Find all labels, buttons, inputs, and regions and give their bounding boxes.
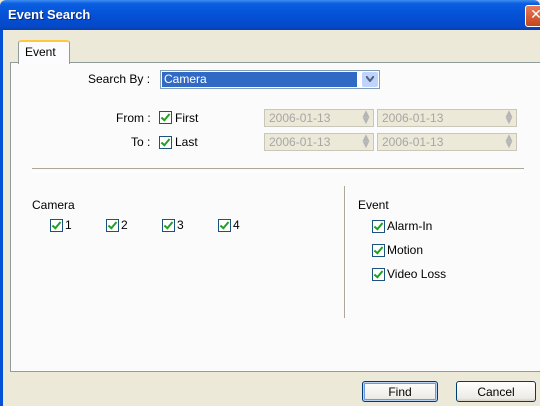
camera-4-label: 4 bbox=[233, 218, 240, 232]
chevron-down-icon[interactable] bbox=[362, 72, 378, 87]
video-loss-label: Video Loss bbox=[387, 267, 447, 281]
to-date-2-value: 2006-01-13 bbox=[382, 135, 444, 149]
from-first-checkbox[interactable] bbox=[159, 111, 172, 124]
search-by-label: Search By : bbox=[88, 72, 151, 86]
spinner-icon[interactable]: ▲ ▼ bbox=[360, 110, 372, 126]
to-date-field-2[interactable]: 2006-01-13 ▲ ▼ bbox=[377, 133, 517, 151]
to-date-field-1[interactable]: 2006-01-13 ▲ ▼ bbox=[264, 133, 374, 151]
camera-3-checkbox[interactable] bbox=[162, 219, 175, 232]
spinner-icon[interactable]: ▲ ▼ bbox=[503, 134, 515, 150]
camera-1-checkbox[interactable] bbox=[50, 219, 63, 232]
horizontal-divider bbox=[32, 168, 524, 172]
to-last-label: Last bbox=[175, 135, 198, 149]
camera-2-checkbox[interactable] bbox=[106, 219, 119, 232]
camera-group-title: Camera bbox=[32, 198, 75, 212]
close-button[interactable]: ✕ bbox=[525, 5, 540, 27]
from-date-1-value: 2006-01-13 bbox=[269, 111, 331, 125]
vertical-divider bbox=[344, 186, 346, 318]
to-date-1-value: 2006-01-13 bbox=[269, 135, 331, 149]
alarm-in-label: Alarm-In bbox=[387, 219, 433, 233]
find-button[interactable]: Find bbox=[362, 381, 438, 402]
from-first-label: First bbox=[175, 111, 199, 125]
to-last-checkbox[interactable] bbox=[159, 136, 172, 149]
alarm-in-checkbox[interactable] bbox=[372, 220, 385, 233]
search-by-dropdown[interactable]: Camera bbox=[160, 70, 380, 89]
cancel-button[interactable]: Cancel bbox=[456, 381, 536, 402]
motion-label: Motion bbox=[387, 243, 424, 257]
tab-event-label: Event bbox=[25, 45, 56, 59]
to-label: To : bbox=[131, 135, 151, 149]
event-search-window: Event Search ✕ Event Search By : Camera … bbox=[0, 0, 540, 406]
video-loss-checkbox[interactable] bbox=[372, 268, 385, 281]
tab-event[interactable]: Event bbox=[18, 40, 70, 64]
window-title: Event Search bbox=[8, 7, 91, 22]
spinner-icon[interactable]: ▲ ▼ bbox=[503, 110, 515, 126]
window-border bbox=[0, 30, 3, 406]
from-label: From : bbox=[116, 111, 151, 125]
close-icon: ✕ bbox=[530, 7, 540, 23]
camera-2-label: 2 bbox=[121, 218, 128, 232]
spinner-icon[interactable]: ▲ ▼ bbox=[360, 134, 372, 150]
camera-4-checkbox[interactable] bbox=[218, 219, 231, 232]
motion-checkbox[interactable] bbox=[372, 244, 385, 257]
title-bar[interactable]: Event Search ✕ bbox=[0, 0, 540, 30]
search-by-value: Camera bbox=[162, 72, 357, 87]
camera-1-label: 1 bbox=[65, 218, 72, 232]
from-date-field-2[interactable]: 2006-01-13 ▲ ▼ bbox=[377, 109, 517, 127]
event-group-title: Event bbox=[358, 198, 389, 212]
from-date-field-1[interactable]: 2006-01-13 ▲ ▼ bbox=[264, 109, 374, 127]
camera-3-label: 3 bbox=[177, 218, 184, 232]
from-date-2-value: 2006-01-13 bbox=[382, 111, 444, 125]
